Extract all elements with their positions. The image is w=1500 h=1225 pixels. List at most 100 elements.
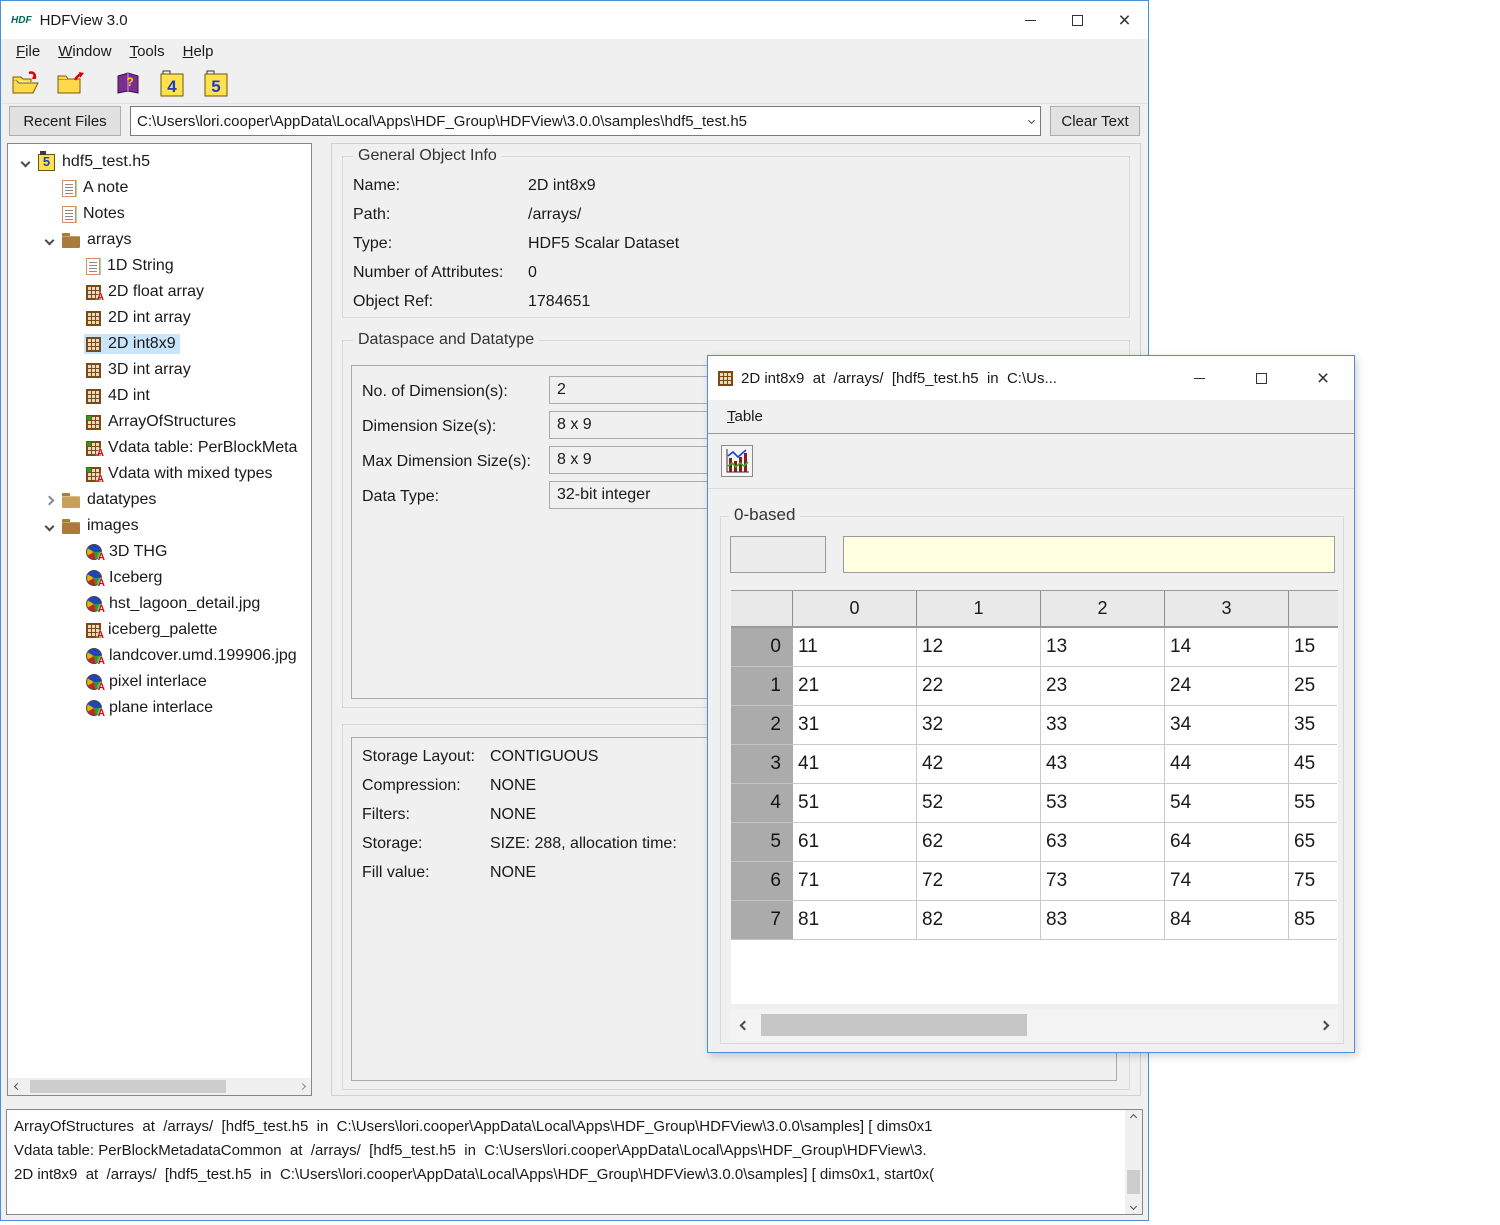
maximize-button[interactable] bbox=[1054, 1, 1101, 39]
hdf5-library-icon[interactable]: 5 bbox=[199, 68, 233, 100]
column-header[interactable] bbox=[1289, 591, 1337, 626]
scroll-up-icon[interactable] bbox=[1130, 1114, 1137, 1121]
cell[interactable]: 63 bbox=[1041, 823, 1165, 862]
tree-item-3d-thg[interactable]: 3D THG bbox=[8, 539, 311, 565]
cell[interactable]: 43 bbox=[1041, 745, 1165, 784]
row-header[interactable]: 0 bbox=[731, 628, 793, 667]
tree-item-hst-lagoon-detail[interactable]: hst_lagoon_detail.jpg bbox=[8, 591, 311, 617]
tree-item-4d-int[interactable]: 4D int bbox=[8, 383, 311, 409]
tree-item-pixel-interlace[interactable]: pixel interlace bbox=[8, 669, 311, 695]
cell[interactable]: 71 bbox=[793, 862, 917, 901]
tree-item-2d-int8x9[interactable]: 2D int8x9 bbox=[8, 331, 311, 357]
cell[interactable]: 34 bbox=[1165, 706, 1289, 745]
tree-item-arrayofstructures[interactable]: ArrayOfStructures bbox=[8, 409, 311, 435]
cell[interactable]: 82 bbox=[917, 901, 1041, 940]
hdf4-library-icon[interactable]: 4 bbox=[155, 68, 189, 100]
maximize-button[interactable] bbox=[1230, 356, 1292, 400]
cell[interactable]: 73 bbox=[1041, 862, 1165, 901]
row-header[interactable]: 6 bbox=[731, 862, 793, 901]
column-header[interactable]: 1 bbox=[917, 591, 1041, 626]
expander-down-icon[interactable] bbox=[20, 157, 30, 167]
tree-item-arrays[interactable]: arrays bbox=[8, 227, 311, 253]
cell[interactable]: 13 bbox=[1041, 628, 1165, 667]
cell[interactable]: 14 bbox=[1165, 628, 1289, 667]
cell-value-editor-field[interactable] bbox=[843, 536, 1335, 573]
tree-item-a-note[interactable]: A note bbox=[8, 175, 311, 201]
cell[interactable]: 44 bbox=[1165, 745, 1289, 784]
menu-table[interactable]: Table bbox=[718, 406, 772, 427]
close-file-icon[interactable] bbox=[53, 68, 87, 100]
cell[interactable]: 12 bbox=[917, 628, 1041, 667]
scroll-right-icon[interactable] bbox=[298, 1083, 305, 1090]
column-header[interactable]: 0 bbox=[793, 591, 917, 626]
cell[interactable]: 23 bbox=[1041, 667, 1165, 706]
open-file-icon[interactable] bbox=[9, 68, 43, 100]
file-path-combobox[interactable]: C:\Users\lori.cooper\AppData\Local\Apps\… bbox=[130, 106, 1041, 136]
menu-help[interactable]: Help bbox=[174, 41, 223, 62]
cell[interactable]: 61 bbox=[793, 823, 917, 862]
scrollbar-thumb[interactable] bbox=[1127, 1170, 1140, 1194]
tree-item-vdata-table-perblockmeta[interactable]: Vdata table: PerBlockMeta bbox=[8, 435, 311, 461]
column-header[interactable]: 2 bbox=[1041, 591, 1165, 626]
tree-item-1d-string[interactable]: 1D String bbox=[8, 253, 311, 279]
scroll-right-icon[interactable] bbox=[1320, 1020, 1330, 1030]
scroll-left-icon[interactable] bbox=[740, 1020, 750, 1030]
cell[interactable]: 32 bbox=[917, 706, 1041, 745]
expander-right-icon[interactable] bbox=[44, 495, 54, 505]
cell[interactable]: 64 bbox=[1165, 823, 1289, 862]
cell[interactable]: 85 bbox=[1289, 901, 1337, 940]
tree-item-landcover-umd[interactable]: landcover.umd.199906.jpg bbox=[8, 643, 311, 669]
cell[interactable]: 54 bbox=[1165, 784, 1289, 823]
table-horizontal-scrollbar[interactable] bbox=[731, 1009, 1338, 1041]
cell[interactable]: 25 bbox=[1289, 667, 1337, 706]
cell[interactable]: 35 bbox=[1289, 706, 1337, 745]
cell[interactable]: 84 bbox=[1165, 901, 1289, 940]
expander-down-icon[interactable] bbox=[44, 235, 54, 245]
expander-down-icon[interactable] bbox=[44, 521, 54, 531]
column-header[interactable]: 3 bbox=[1165, 591, 1289, 626]
tree-item-vdata-with-mixed-types[interactable]: Vdata with mixed types bbox=[8, 461, 311, 487]
cell[interactable]: 45 bbox=[1289, 745, 1337, 784]
scrollbar-thumb[interactable] bbox=[761, 1014, 1027, 1036]
row-header[interactable]: 4 bbox=[731, 784, 793, 823]
tree-item-plane-interlace[interactable]: plane interlace bbox=[8, 695, 311, 721]
cell[interactable]: 62 bbox=[917, 823, 1041, 862]
scroll-down-icon[interactable] bbox=[1130, 1203, 1137, 1210]
chevron-down-icon[interactable] bbox=[1028, 117, 1035, 124]
tree-item-hdf5-test-h5[interactable]: hdf5_test.h5 bbox=[8, 149, 311, 175]
tree-item-2d-float-array[interactable]: 2D float array bbox=[8, 279, 311, 305]
menu-window[interactable]: Window bbox=[49, 41, 120, 62]
cell[interactable]: 51 bbox=[793, 784, 917, 823]
scroll-left-icon[interactable] bbox=[13, 1083, 20, 1090]
cell[interactable]: 24 bbox=[1165, 667, 1289, 706]
menu-file[interactable]: File bbox=[7, 41, 49, 62]
tree-item-iceberg-palette[interactable]: iceberg_palette bbox=[8, 617, 311, 643]
cell[interactable]: 75 bbox=[1289, 862, 1337, 901]
cell[interactable]: 81 bbox=[793, 901, 917, 940]
recent-files-button[interactable]: Recent Files bbox=[9, 106, 121, 136]
tree-item-datatypes[interactable]: datatypes bbox=[8, 487, 311, 513]
cell[interactable]: 41 bbox=[793, 745, 917, 784]
cell[interactable]: 22 bbox=[917, 667, 1041, 706]
row-header[interactable]: 2 bbox=[731, 706, 793, 745]
tree-item-images[interactable]: images bbox=[8, 513, 311, 539]
menu-tools[interactable]: Tools bbox=[121, 41, 174, 62]
scrollbar-thumb[interactable] bbox=[30, 1080, 226, 1093]
tree-horizontal-scrollbar[interactable] bbox=[8, 1078, 311, 1095]
cell[interactable]: 74 bbox=[1165, 862, 1289, 901]
cell[interactable]: 15 bbox=[1289, 628, 1337, 667]
close-button[interactable]: × bbox=[1101, 1, 1148, 39]
cell[interactable]: 52 bbox=[917, 784, 1041, 823]
cell[interactable]: 55 bbox=[1289, 784, 1337, 823]
help-book-icon[interactable]: ? bbox=[111, 68, 145, 100]
row-header[interactable]: 3 bbox=[731, 745, 793, 784]
cell[interactable]: 33 bbox=[1041, 706, 1165, 745]
tree-item-iceberg[interactable]: Iceberg bbox=[8, 565, 311, 591]
grid-corner-header[interactable] bbox=[731, 591, 793, 626]
cell[interactable]: 65 bbox=[1289, 823, 1337, 862]
row-header[interactable]: 1 bbox=[731, 667, 793, 706]
tree-item-3d-int-array[interactable]: 3D int array bbox=[8, 357, 311, 383]
log-vertical-scrollbar[interactable] bbox=[1125, 1110, 1142, 1214]
cell[interactable]: 83 bbox=[1041, 901, 1165, 940]
cell[interactable]: 72 bbox=[917, 862, 1041, 901]
